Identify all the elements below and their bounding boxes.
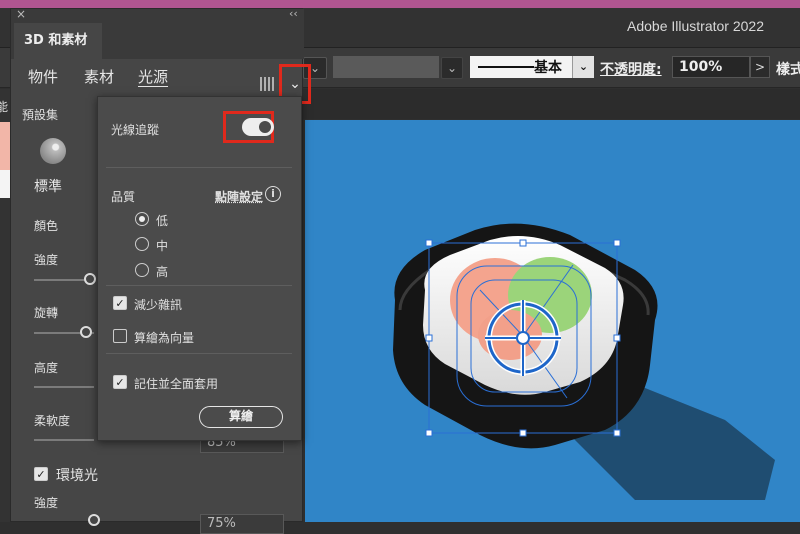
render-settings-link[interactable]: 點陣設定 bbox=[215, 188, 263, 205]
selection-handle[interactable] bbox=[613, 334, 621, 342]
opacity-label[interactable]: 不透明度: bbox=[600, 59, 662, 79]
render-button[interactable]: 算繪 bbox=[199, 406, 283, 428]
remember-label: 記住並全面套用 bbox=[134, 377, 219, 391]
ambient-intensity-value[interactable]: 75% bbox=[200, 514, 284, 534]
ambient-light-checkbox[interactable]: ✓ bbox=[34, 467, 48, 481]
grid-icon[interactable] bbox=[260, 77, 276, 91]
style-label[interactable]: 樣式 bbox=[776, 59, 800, 79]
raytrace-label: 光線追蹤 bbox=[111, 123, 160, 137]
selection-handle[interactable] bbox=[425, 334, 433, 342]
chevron-down-icon: ⌄ bbox=[446, 61, 458, 75]
selection-handle[interactable] bbox=[613, 239, 621, 247]
preset-name: 標準 bbox=[34, 179, 62, 195]
variable-width-swatch[interactable] bbox=[333, 56, 439, 78]
quality-low-radio[interactable] bbox=[135, 212, 149, 226]
opacity-input[interactable]: 100% bbox=[672, 56, 750, 78]
ambient-intensity-label: 強度 bbox=[34, 496, 59, 510]
toggle-thumb bbox=[259, 121, 271, 133]
divider bbox=[106, 285, 292, 286]
preset-label: 預設集 bbox=[22, 108, 59, 122]
softness-slider-track[interactable] bbox=[34, 439, 94, 441]
quality-medium-radio[interactable] bbox=[135, 237, 149, 251]
selection-handle[interactable] bbox=[425, 429, 433, 437]
quality-low-label: 低 bbox=[156, 214, 169, 228]
subtab-lighting[interactable]: 光源 bbox=[138, 66, 168, 87]
selection-handle[interactable] bbox=[613, 429, 621, 437]
stroke-line-preview bbox=[478, 66, 534, 68]
quality-high-radio[interactable] bbox=[135, 263, 149, 277]
divider bbox=[106, 167, 292, 168]
opacity-arrow-button[interactable]: > bbox=[750, 56, 770, 78]
softness-label: 柔軟度 bbox=[34, 414, 71, 428]
raytrace-toggle[interactable] bbox=[242, 118, 274, 136]
ambient-light-label: 環境光 bbox=[56, 468, 98, 484]
artboard-canvas[interactable] bbox=[305, 120, 800, 522]
color-label: 顏色 bbox=[34, 219, 59, 233]
divider bbox=[106, 353, 292, 354]
remember-checkbox[interactable]: ✓ bbox=[113, 375, 127, 389]
render-as-vector-checkbox[interactable] bbox=[113, 329, 127, 343]
chevron-down-icon[interactable]: ⌄ bbox=[572, 56, 594, 78]
tab-3d-materials[interactable]: 3D 和素材 bbox=[14, 23, 102, 59]
info-icon[interactable]: i bbox=[265, 186, 281, 202]
collapse-icon[interactable]: ‹‹ bbox=[289, 7, 298, 20]
rotation-slider-knob[interactable] bbox=[80, 326, 92, 338]
selection-handle[interactable] bbox=[519, 239, 527, 247]
height-label: 高度 bbox=[34, 361, 59, 375]
app-title: Adobe Illustrator 2022 bbox=[627, 18, 764, 34]
reduce-noise-checkbox[interactable]: ✓ bbox=[113, 296, 127, 310]
height-slider-track[interactable] bbox=[34, 386, 94, 388]
lighting-preset-icon[interactable] bbox=[40, 138, 66, 164]
clipped-label: 能 bbox=[0, 100, 9, 114]
selection-handle[interactable] bbox=[519, 429, 527, 437]
quality-label: 品質 bbox=[111, 190, 136, 204]
subtab-materials[interactable]: 素材 bbox=[84, 66, 114, 87]
stroke-profile-dropdown[interactable]: 基本 ⌄ bbox=[470, 56, 594, 78]
color-swatch-white bbox=[0, 170, 10, 198]
close-icon[interactable]: × bbox=[16, 7, 26, 21]
quality-medium-label: 中 bbox=[156, 239, 169, 253]
reduce-noise-label: 減少雜訊 bbox=[134, 298, 183, 312]
document-tab-strip bbox=[300, 89, 800, 119]
panel-header bbox=[11, 9, 304, 23]
stroke-profile-label: 基本 bbox=[534, 60, 562, 76]
color-swatch-pink bbox=[0, 122, 10, 170]
ambient-intensity-knob[interactable] bbox=[88, 514, 100, 526]
subtab-object[interactable]: 物件 bbox=[28, 66, 58, 87]
intensity-label: 強度 bbox=[34, 253, 59, 267]
render-as-vector-label: 算繪為向量 bbox=[134, 331, 195, 345]
window-top-strip bbox=[0, 0, 800, 8]
selection-handle[interactable] bbox=[425, 239, 433, 247]
quality-high-label: 高 bbox=[156, 265, 169, 279]
sushi-artwork[interactable] bbox=[305, 120, 800, 522]
rotation-label: 旋轉 bbox=[34, 306, 59, 320]
swatch-dropdown[interactable]: ⌄ bbox=[441, 57, 463, 79]
intensity-slider-knob[interactable] bbox=[84, 273, 96, 285]
